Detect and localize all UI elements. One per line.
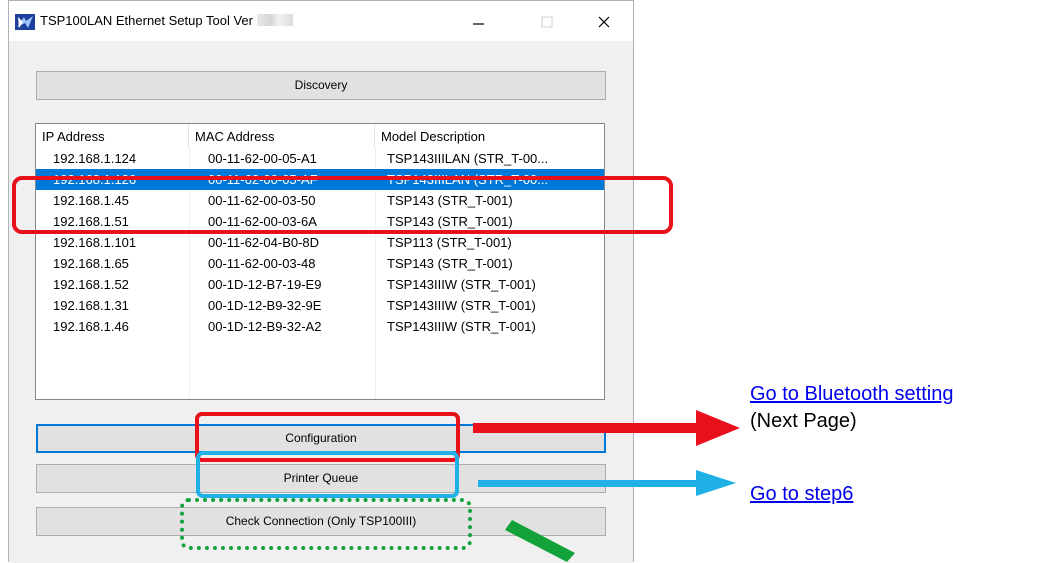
step6-link[interactable]: Go to step6 bbox=[750, 483, 853, 506]
next-page-text: (Next Page) bbox=[750, 410, 857, 432]
green-arrow-icon bbox=[505, 520, 575, 562]
blue-arrow-icon bbox=[478, 470, 736, 496]
red-arrow-icon bbox=[473, 410, 740, 446]
annotation-arrows bbox=[473, 410, 740, 562]
bluetooth-setting-link[interactable]: Go to Bluetooth setting bbox=[750, 383, 953, 406]
